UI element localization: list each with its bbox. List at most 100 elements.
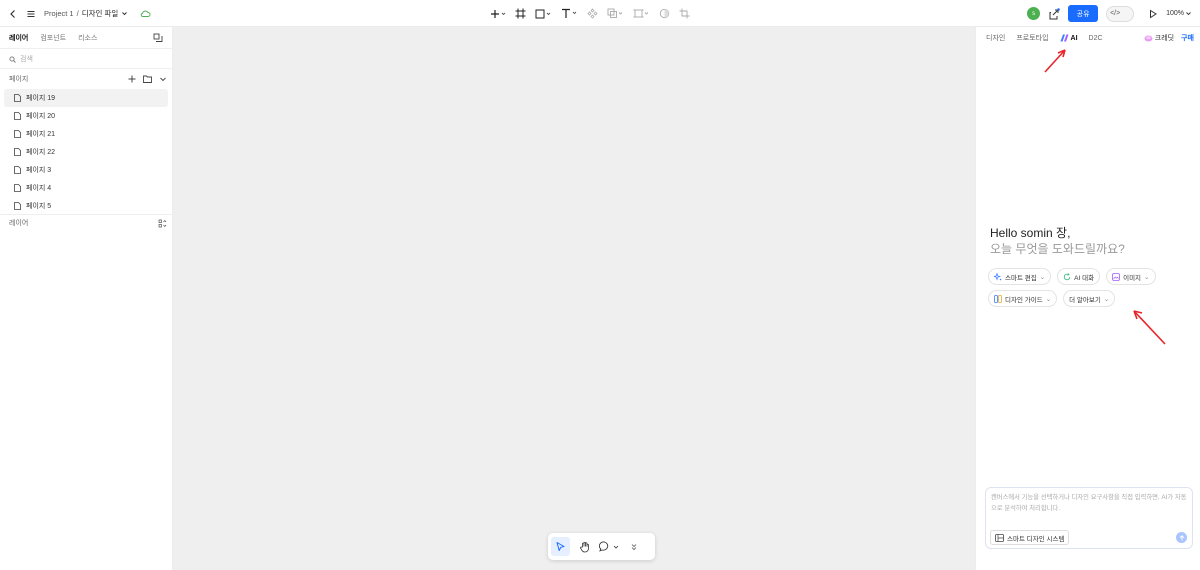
bottom-toolbar bbox=[548, 533, 655, 560]
page-item[interactable]: 페이지 5 bbox=[4, 197, 168, 215]
library-icon[interactable] bbox=[153, 33, 163, 43]
tab-ai[interactable]: AI bbox=[1060, 34, 1078, 42]
design-system-icon bbox=[995, 533, 1004, 542]
chip-label: 스마트 편집 bbox=[1005, 274, 1037, 282]
tab-design[interactable]: 디자인 bbox=[986, 33, 1005, 43]
design-canvas[interactable] bbox=[173, 27, 975, 570]
share-button[interactable]: 공유 bbox=[1068, 5, 1099, 22]
guide-icon bbox=[994, 294, 1002, 303]
component-icon[interactable] bbox=[587, 8, 598, 19]
tab-prototype[interactable]: 프로토타입 bbox=[1016, 33, 1048, 43]
left-panel-tabs: 레이어 컴포넌트 리소스 bbox=[9, 33, 97, 43]
ai-chat-chip[interactable]: AI 대화 bbox=[1057, 268, 1101, 285]
double-chevron-down-icon bbox=[630, 543, 638, 551]
code-mode-toggle[interactable]: </> bbox=[1106, 5, 1135, 22]
zoom-dropdown[interactable]: 100% bbox=[1166, 10, 1192, 17]
annotation-arrow-icon bbox=[1044, 49, 1066, 73]
design-system-label: 스마트 디자인 시스템 bbox=[1007, 535, 1065, 543]
page-icon bbox=[14, 166, 21, 174]
page-item[interactable]: 페이지 3 bbox=[4, 161, 168, 179]
boolean-icon[interactable] bbox=[607, 8, 624, 19]
frame-icon[interactable] bbox=[515, 8, 526, 19]
tab-layers[interactable]: 레이어 bbox=[9, 33, 28, 43]
folder-icon[interactable] bbox=[143, 75, 152, 83]
right-panel-tabs: 디자인 프로토타입 AI D2C bbox=[986, 33, 1103, 43]
learn-more-chip[interactable]: 더 알아보기 ⌄ bbox=[1063, 290, 1116, 307]
chip-label: 더 알아보기 bbox=[1069, 296, 1101, 304]
crop-icon[interactable] bbox=[679, 8, 690, 19]
cloud-sync-icon bbox=[140, 9, 151, 18]
page-item[interactable]: 페이지 22 bbox=[4, 143, 168, 161]
credit-indicator[interactable]: 크레딧 bbox=[1144, 33, 1174, 43]
chevron-down-icon[interactable] bbox=[121, 10, 128, 17]
export-icon[interactable] bbox=[1048, 7, 1060, 20]
search-input[interactable]: 검색 bbox=[9, 54, 33, 64]
design-toolbar bbox=[490, 0, 690, 27]
image-chip[interactable]: 이미지 ⌄ bbox=[1106, 268, 1156, 285]
page-item-label: 페이지 21 bbox=[26, 131, 56, 138]
rectangle-icon[interactable] bbox=[535, 9, 552, 19]
page-item-label: 페이지 19 bbox=[26, 95, 56, 102]
zoom-level: 100% bbox=[1166, 10, 1184, 17]
tab-d2c[interactable]: D2C bbox=[1089, 35, 1103, 42]
project-link[interactable]: Project 1 bbox=[44, 9, 74, 18]
tab-ai-label: AI bbox=[1070, 34, 1078, 42]
play-icon[interactable] bbox=[1148, 9, 1158, 19]
page-item[interactable]: 페이지 4 bbox=[4, 179, 168, 197]
ai-action-chips-row-1: 스마트 편집 ⌄ AI 대화 이미지 ⌄ bbox=[988, 268, 1193, 285]
page-item-label: 페이지 5 bbox=[26, 203, 52, 210]
avatar[interactable]: s bbox=[1027, 7, 1041, 20]
add-icon[interactable] bbox=[490, 9, 506, 19]
page-list: 페이지 19 페이지 20 페이지 21 페이지 22 페이지 3 페이지 4 … bbox=[4, 89, 168, 215]
layers-header: 레이어 bbox=[9, 218, 167, 228]
buy-link[interactable]: 구매 bbox=[1181, 33, 1194, 43]
right-panel: 디자인 프로토타입 AI D2C 크레딧 구매 Hello somin 장, 오… bbox=[975, 27, 1200, 570]
chevron-down-icon[interactable] bbox=[159, 75, 167, 83]
add-page-icon[interactable] bbox=[128, 75, 136, 83]
hand-tool-button[interactable] bbox=[575, 537, 594, 556]
mask-icon[interactable] bbox=[659, 8, 670, 19]
search-placeholder: 검색 bbox=[20, 56, 33, 63]
page-item[interactable]: 페이지 19 bbox=[4, 89, 168, 107]
menu-icon[interactable] bbox=[26, 9, 36, 19]
text-tool-icon[interactable] bbox=[561, 8, 578, 19]
tab-resources[interactable]: 리소스 bbox=[78, 33, 97, 43]
arrow-up-icon bbox=[1179, 534, 1185, 541]
crop-frame-icon[interactable] bbox=[633, 8, 650, 19]
file-name-dropdown[interactable]: 디자인 파일 bbox=[82, 8, 119, 19]
back-chevron-icon[interactable] bbox=[8, 9, 18, 19]
move-tool-button[interactable] bbox=[551, 537, 570, 556]
divider bbox=[0, 48, 172, 49]
chevron-down-icon: ⌄ bbox=[1144, 273, 1150, 281]
smart-design-system-button[interactable]: 스마트 디자인 시스템 bbox=[990, 530, 1070, 545]
chevron-down-icon: ⌄ bbox=[1045, 295, 1052, 303]
comment-tool-button[interactable] bbox=[599, 537, 619, 556]
chevron-down-icon bbox=[1185, 10, 1192, 17]
ai-prompt-input[interactable]: 캔버스에서 기능을 선택하거나 디자인 요구사항을 직접 입력하면, AI가 자… bbox=[985, 487, 1193, 549]
page-icon bbox=[14, 148, 21, 156]
page-item-label: 페이지 20 bbox=[26, 113, 56, 120]
page-item[interactable]: 페이지 21 bbox=[4, 125, 168, 143]
layers-label: 레이어 bbox=[9, 220, 29, 227]
code-toggle-label: </> bbox=[1110, 10, 1121, 17]
collapse-expand-icon[interactable] bbox=[158, 219, 167, 228]
pages-header: 페이지 bbox=[9, 74, 167, 84]
tab-components[interactable]: 컴포넌트 bbox=[40, 33, 66, 43]
divider bbox=[0, 214, 172, 215]
page-item-label: 페이지 22 bbox=[26, 149, 56, 156]
design-guide-chip[interactable]: 디자인 가이드 ⌄ bbox=[988, 290, 1058, 307]
credit-area: 크레딧 구매 bbox=[1144, 33, 1194, 43]
credit-gem-icon bbox=[1144, 35, 1153, 42]
annotation-arrow-icon bbox=[1133, 310, 1166, 345]
more-tools-button[interactable] bbox=[624, 537, 643, 556]
chevron-down-icon: ⌄ bbox=[1039, 273, 1046, 281]
top-bar: Project 1 / 디자인 파일 s 공유 </> 100% bbox=[0, 0, 1200, 27]
prompt-placeholder: 캔버스에서 기능을 선택하거나 디자인 요구사항을 직접 입력하면, AI가 자… bbox=[991, 494, 1187, 512]
page-item[interactable]: 페이지 20 bbox=[4, 107, 168, 125]
credit-label: 크레딧 bbox=[1154, 35, 1175, 42]
comment-icon bbox=[599, 541, 610, 552]
smart-edit-chip[interactable]: 스마트 편집 ⌄ bbox=[988, 268, 1052, 285]
breadcrumb-separator: / bbox=[76, 9, 79, 18]
page-item-label: 페이지 4 bbox=[26, 185, 52, 192]
send-button[interactable] bbox=[1176, 532, 1187, 543]
